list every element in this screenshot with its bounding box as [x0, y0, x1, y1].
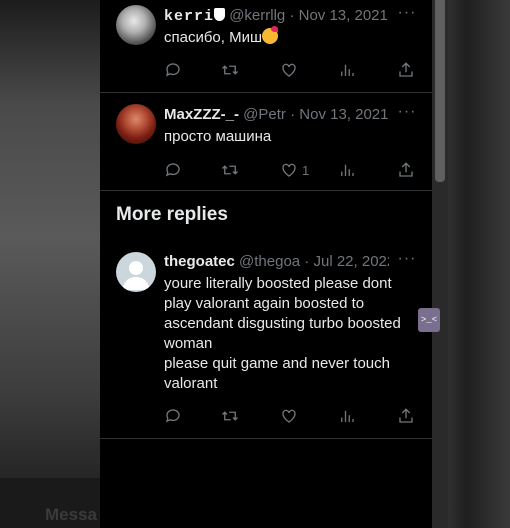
- reply-icon: [165, 163, 180, 177]
- reply-text-line: woman: [164, 335, 213, 352]
- reply-header: kerri @kerrllg · Nov 13, 2021: [164, 6, 389, 26]
- heart-badge-icon: [214, 8, 226, 21]
- views-icon: [341, 64, 354, 76]
- share-button[interactable]: [397, 60, 415, 80]
- smiling-face-hearts-icon: [262, 26, 279, 44]
- separator: ·: [289, 7, 295, 24]
- timestamp[interactable]: Jul 22, 2022: [313, 253, 389, 270]
- side-widget-badge[interactable]: >_<: [418, 308, 440, 332]
- background-video-left: [0, 0, 100, 528]
- replies-panel: kerri @kerrllg · Nov 13, 2021 ··· спасиб…: [100, 0, 432, 528]
- reply-button[interactable]: [164, 406, 182, 426]
- reply-header: MaxZZZ-_- @Petr · Nov 13, 2021: [164, 105, 389, 125]
- avatar[interactable]: [116, 5, 156, 45]
- like-count: 1: [302, 162, 310, 178]
- share-button[interactable]: [397, 160, 415, 180]
- share-icon: [399, 162, 413, 177]
- reply-header: thegoatec @thegoa · Jul 22, 2022: [164, 252, 389, 272]
- share-icon: [399, 62, 413, 77]
- reply-text-line: please quit game and never touch: [164, 355, 390, 372]
- author-handle[interactable]: @Petr: [243, 106, 286, 123]
- author-handle[interactable]: @kerrllg: [229, 7, 285, 24]
- scrollbar-thumb[interactable]: [435, 0, 445, 182]
- views-button[interactable]: [338, 60, 356, 80]
- background-messages-label: Messa: [45, 505, 97, 524]
- retweet-button[interactable]: [221, 406, 239, 426]
- more-icon[interactable]: ···: [396, 251, 418, 272]
- background-video-right: [448, 0, 510, 528]
- action-bar: [164, 60, 424, 80]
- reply-text-line: valorant: [164, 375, 218, 392]
- action-bar: 1: [164, 160, 424, 180]
- views-button[interactable]: [338, 406, 356, 426]
- reply-text-content: спасибо, Миш: [164, 29, 263, 46]
- views-icon: [341, 410, 354, 422]
- author-name[interactable]: kerri: [164, 8, 214, 25]
- timestamp[interactable]: Nov 13, 2021: [299, 106, 388, 123]
- more-replies-heading: More replies: [116, 204, 228, 225]
- more-icon[interactable]: ···: [396, 104, 418, 125]
- retweet-button[interactable]: [221, 60, 239, 80]
- reply-icon: [165, 63, 180, 77]
- reply-item[interactable]: MaxZZZ-_- @Petr · Nov 13, 2021 ··· прост…: [100, 93, 432, 191]
- timestamp[interactable]: Nov 13, 2021: [299, 7, 388, 24]
- retweet-icon: [222, 411, 238, 421]
- author-name[interactable]: thegoatec: [164, 253, 235, 270]
- separator: ·: [304, 253, 310, 270]
- share-icon: [399, 408, 413, 423]
- reply-text-line: youre literally boosted please dont: [164, 275, 392, 292]
- reply-text: спасибо, Миш: [164, 26, 416, 48]
- reply-text: youre literally boosted please dont play…: [164, 274, 416, 394]
- reply-button[interactable]: [164, 160, 182, 180]
- author-handle[interactable]: @thegoa: [239, 253, 300, 270]
- more-icon[interactable]: ···: [396, 5, 418, 26]
- like-icon: [282, 409, 296, 423]
- default-avatar-icon: [122, 261, 150, 290]
- action-bar: [164, 406, 424, 426]
- separator: ·: [290, 106, 296, 123]
- views-icon: [341, 164, 354, 176]
- reply-text-line: play valorant again boosted to: [164, 295, 365, 312]
- like-button[interactable]: [280, 406, 298, 426]
- retweet-button[interactable]: [221, 160, 239, 180]
- retweet-icon: [222, 165, 238, 175]
- reply-text: просто машина: [164, 128, 272, 145]
- avatar[interactable]: [116, 104, 156, 144]
- like-button[interactable]: 1: [280, 160, 309, 180]
- views-button[interactable]: [338, 160, 356, 180]
- reply-item[interactable]: thegoatec @thegoa · Jul 22, 2022 ··· you…: [100, 236, 432, 439]
- reply-icon: [165, 409, 180, 423]
- reply-text-line: ascendant disgusting turbo boosted: [164, 315, 401, 332]
- like-icon: [282, 63, 296, 77]
- author-name[interactable]: MaxZZZ-_-: [164, 106, 239, 123]
- share-button[interactable]: [397, 406, 415, 426]
- retweet-icon: [222, 65, 238, 75]
- reply-button[interactable]: [164, 60, 182, 80]
- like-icon: [282, 163, 296, 177]
- reply-item[interactable]: kerri @kerrllg · Nov 13, 2021 ··· спасиб…: [100, 0, 432, 93]
- like-button[interactable]: [280, 60, 298, 80]
- avatar[interactable]: [116, 252, 156, 292]
